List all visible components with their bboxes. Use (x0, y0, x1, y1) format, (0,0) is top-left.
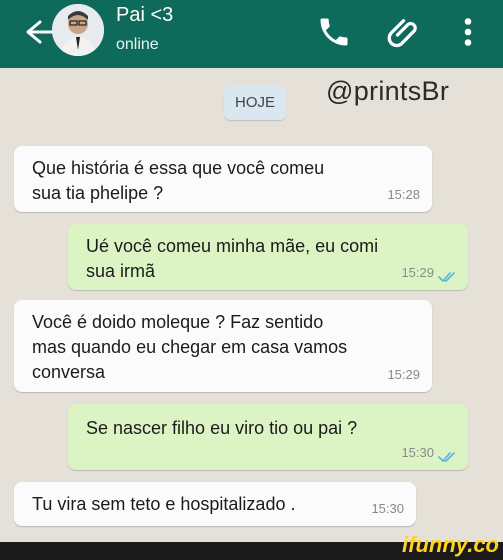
message-text: Tu vira sem teto e hospitalizado . (32, 494, 296, 514)
message-text: Que história é essa que você comeu sua t… (32, 158, 325, 203)
paperclip-icon[interactable] (384, 14, 420, 50)
double-check-icon (438, 452, 455, 462)
message-time: 15:29 (387, 367, 420, 382)
message-bubble-incoming[interactable]: Você é doido moleque ? Faz sentido mas q… (14, 300, 432, 392)
contact-status: online (116, 36, 159, 53)
message-text: Se nascer filho eu viro tio ou pai ? (86, 418, 358, 438)
brand-logo: ifunny.co (402, 532, 499, 557)
message-time: 15:29 (401, 265, 434, 280)
contact-name[interactable]: Pai <3 (116, 4, 173, 27)
message-text: Você é doido moleque ? Faz sentido mas q… (32, 312, 348, 382)
more-vert-icon[interactable] (450, 14, 486, 50)
message-bubble-incoming[interactable]: Tu vira sem teto e hospitalizado . 15:30 (14, 482, 416, 526)
chat-header: Pai <3 online (0, 0, 503, 68)
message-bubble-incoming[interactable]: Que história é essa que você comeu sua t… (14, 146, 432, 212)
double-check-icon (438, 272, 455, 282)
phone-icon[interactable] (316, 14, 352, 50)
message-time: 15:30 (371, 501, 404, 516)
date-chip: HOJE (224, 86, 286, 120)
message-time: 15:30 (401, 445, 434, 460)
message-bubble-outgoing[interactable]: Ué você comeu minha mãe, eu comi sua irm… (68, 224, 468, 290)
avatar-photo-icon (52, 4, 104, 56)
message-time: 15:28 (387, 187, 420, 202)
avatar[interactable] (52, 4, 104, 56)
watermark: @printsBr (326, 76, 450, 106)
message-bubble-outgoing[interactable]: Se nascer filho eu viro tio ou pai ? 15:… (68, 404, 468, 470)
message-text: Ué você comeu minha mãe, eu comi sua irm… (86, 236, 379, 281)
